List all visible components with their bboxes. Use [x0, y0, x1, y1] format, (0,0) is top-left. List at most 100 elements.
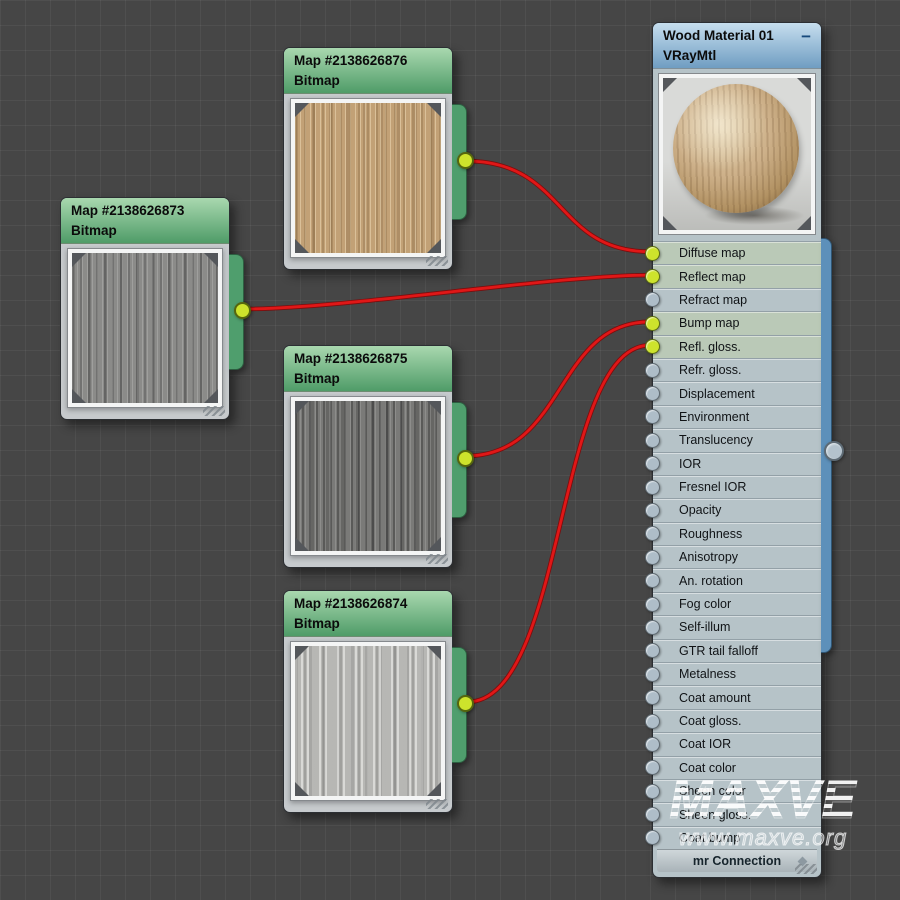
texture-image: [72, 253, 218, 403]
slot-socket[interactable]: [645, 597, 660, 612]
resize-grip[interactable]: [426, 554, 448, 564]
material-slot-row[interactable]: Coat bump: [653, 826, 821, 849]
material-slot-row[interactable]: An. rotation: [653, 568, 821, 591]
resize-grip[interactable]: [795, 864, 817, 874]
connection-wire[interactable]: [467, 345, 650, 702]
node-header[interactable]: Map #2138626876 Bitmap: [284, 48, 452, 94]
resize-grip[interactable]: [426, 799, 448, 809]
slot-socket[interactable]: [645, 339, 660, 354]
material-preview[interactable]: [658, 73, 816, 235]
slot-socket[interactable]: [645, 737, 660, 752]
slot-label: Sheen color: [679, 784, 746, 798]
slot-socket[interactable]: [645, 363, 660, 378]
resize-grip[interactable]: [426, 256, 448, 266]
node-header[interactable]: Map #2138626874 Bitmap: [284, 591, 452, 637]
slot-socket[interactable]: [645, 714, 660, 729]
connection-wire[interactable]: [466, 161, 650, 252]
bitmap-node-2138626873[interactable]: Map #2138626873 Bitmap: [60, 197, 230, 420]
material-slot-row[interactable]: Reflect map: [653, 264, 821, 287]
slot-label: Coat color: [679, 761, 736, 775]
material-slot-row[interactable]: Anisotropy: [653, 545, 821, 568]
corner-mark-icon: [72, 253, 86, 267]
material-slot-row[interactable]: IOR: [653, 452, 821, 475]
material-slot-row[interactable]: Coat color: [653, 756, 821, 779]
output-socket[interactable]: [234, 302, 251, 319]
node-header[interactable]: Map #2138626873 Bitmap: [61, 198, 229, 244]
material-slot-row[interactable]: Coat gloss.: [653, 709, 821, 732]
slot-socket[interactable]: [645, 784, 660, 799]
slot-socket[interactable]: [645, 409, 660, 424]
material-slot-row[interactable]: Diffuse map: [653, 241, 821, 264]
node-header[interactable]: Wood Material 01 VRayMtl −: [653, 23, 821, 69]
material-slot-row[interactable]: Bump map: [653, 311, 821, 334]
texture-image: [295, 401, 441, 551]
mr-connection-footer[interactable]: mr Connection: [657, 849, 817, 872]
slot-socket[interactable]: [645, 830, 660, 845]
material-slot-row[interactable]: Sheen gloss.: [653, 802, 821, 825]
bitmap-node-2138626875[interactable]: Map #2138626875 Bitmap: [283, 345, 453, 568]
output-socket[interactable]: [457, 695, 474, 712]
slot-socket[interactable]: [645, 760, 660, 775]
slot-socket[interactable]: [645, 246, 660, 261]
slot-socket[interactable]: [645, 573, 660, 588]
slot-label: Roughness: [679, 527, 742, 541]
texture-preview[interactable]: [67, 248, 223, 408]
slot-socket[interactable]: [645, 643, 660, 658]
slot-socket[interactable]: [645, 550, 660, 565]
slot-socket[interactable]: [645, 503, 660, 518]
material-slot-row[interactable]: Environment: [653, 405, 821, 428]
slot-socket[interactable]: [645, 292, 660, 307]
slot-socket[interactable]: [645, 269, 660, 284]
slot-label: Bump map: [679, 316, 739, 330]
slot-label: Displacement: [679, 387, 755, 401]
minimize-icon[interactable]: −: [801, 27, 811, 47]
slot-socket[interactable]: [645, 386, 660, 401]
material-slot-row[interactable]: Refract map: [653, 288, 821, 311]
material-slot-row[interactable]: Opacity: [653, 498, 821, 521]
vraymtl-node[interactable]: Wood Material 01 VRayMtl − Diffuse map R…: [652, 22, 822, 878]
texture-preview[interactable]: [290, 396, 446, 556]
material-slot-row[interactable]: Self-illum: [653, 615, 821, 638]
material-slot-row[interactable]: Fog color: [653, 592, 821, 615]
material-slot-row[interactable]: Fresnel IOR: [653, 475, 821, 498]
slot-label: Coat amount: [679, 691, 751, 705]
material-slot-row[interactable]: GTR tail falloff: [653, 639, 821, 662]
slot-socket[interactable]: [645, 667, 660, 682]
bitmap-node-2138626876[interactable]: Map #2138626876 Bitmap: [283, 47, 453, 270]
corner-mark-icon: [295, 239, 309, 253]
connection-wire[interactable]: [466, 322, 650, 456]
material-slot-row[interactable]: Refl. gloss.: [653, 335, 821, 358]
material-slot-row[interactable]: Roughness: [653, 522, 821, 545]
material-output-socket[interactable]: [824, 441, 844, 461]
output-socket[interactable]: [457, 450, 474, 467]
texture-preview[interactable]: [290, 641, 446, 801]
material-slot-row[interactable]: Sheen color: [653, 779, 821, 802]
slot-socket[interactable]: [645, 433, 660, 448]
slot-label: Reflect map: [679, 270, 746, 284]
material-slot-row[interactable]: Coat IOR: [653, 732, 821, 755]
material-slot-row[interactable]: Metalness: [653, 662, 821, 685]
slot-socket[interactable]: [645, 807, 660, 822]
slot-label: Refr. gloss.: [679, 363, 742, 377]
slot-socket[interactable]: [645, 526, 660, 541]
material-slot-row[interactable]: Displacement: [653, 381, 821, 404]
material-slot-row[interactable]: Refr. gloss.: [653, 358, 821, 381]
bitmap-node-2138626874[interactable]: Map #2138626874 Bitmap: [283, 590, 453, 813]
slot-socket[interactable]: [645, 316, 660, 331]
texture-preview[interactable]: [290, 98, 446, 258]
node-editor-canvas[interactable]: Map #2138626876 Bitmap Map #2138626873 B…: [0, 0, 900, 900]
slot-label: Opacity: [679, 503, 721, 517]
slot-socket[interactable]: [645, 690, 660, 705]
corner-mark-icon: [427, 401, 441, 415]
slot-label: Fog color: [679, 597, 731, 611]
node-header[interactable]: Map #2138626875 Bitmap: [284, 346, 452, 392]
slot-socket[interactable]: [645, 456, 660, 471]
material-slot-row[interactable]: Coat amount: [653, 685, 821, 708]
slot-socket[interactable]: [645, 620, 660, 635]
slot-socket[interactable]: [645, 480, 660, 495]
resize-grip[interactable]: [203, 406, 225, 416]
corner-mark-icon: [427, 103, 441, 117]
corner-mark-icon: [295, 103, 309, 117]
output-socket[interactable]: [457, 152, 474, 169]
material-slot-row[interactable]: Translucency: [653, 428, 821, 451]
